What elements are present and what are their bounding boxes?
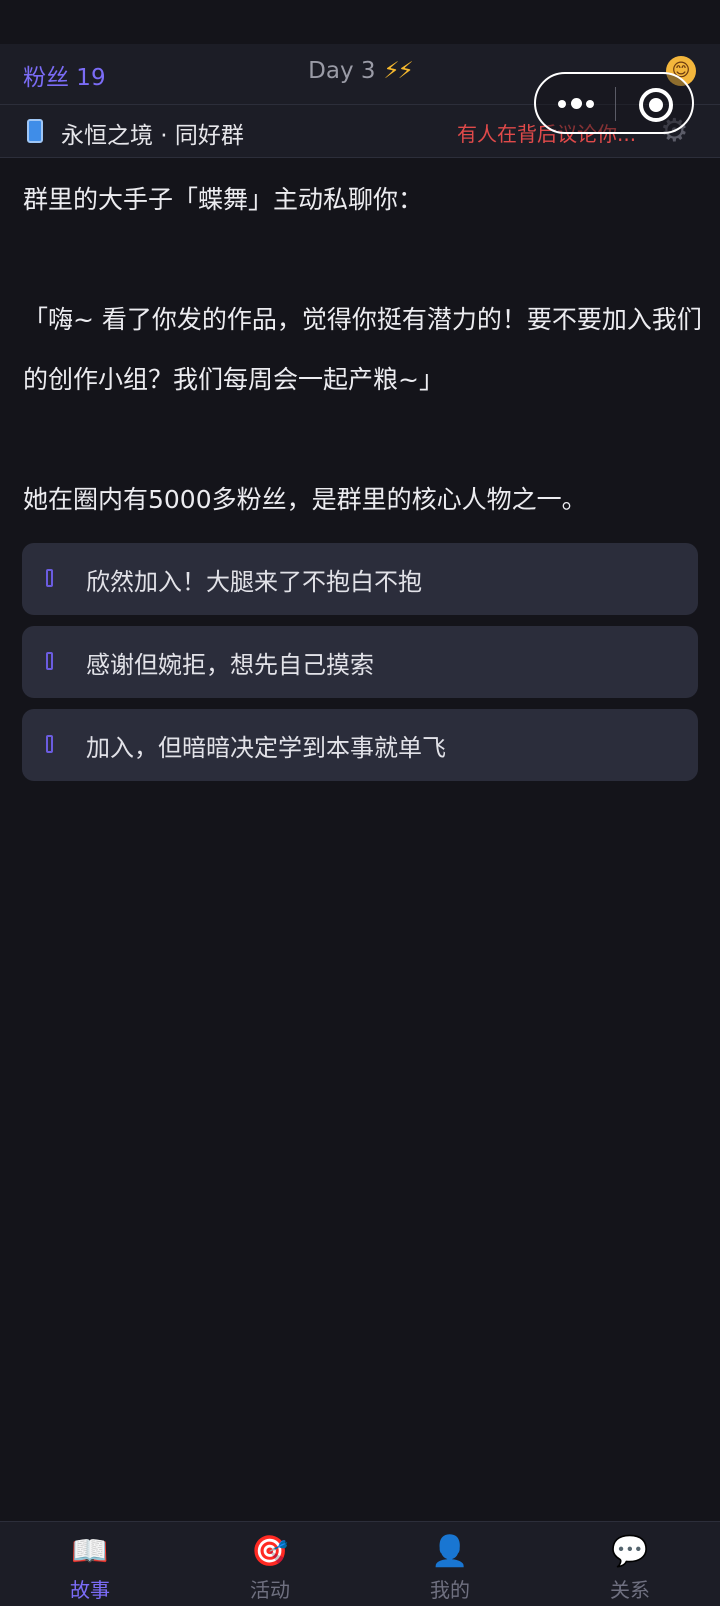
tab-story[interactable]: 📖 故事: [0, 1522, 180, 1606]
bottom-tab-bar: 📖 故事 🎯 活动 👤 我的 💬 关系: [0, 1521, 720, 1606]
user-icon: 👤: [431, 1534, 469, 1569]
close-miniprogram-icon[interactable]: [639, 88, 673, 122]
energy-icon: ⚡⚡: [383, 58, 414, 84]
story-text: 群里的大手子「蝶舞」主动私聊你： 「嗨~ 看了你发的作品，觉得你挺有潜力的！要不…: [23, 170, 703, 530]
story-paragraph: 「嗨~ 看了你发的作品，觉得你挺有潜力的！要不要加入我们的创作小组？我们每周会一…: [23, 305, 702, 394]
tab-profile[interactable]: 👤 我的: [360, 1522, 540, 1606]
tab-label: 关系: [610, 1578, 650, 1602]
miniprogram-capsule: [534, 72, 694, 134]
tab-label: 故事: [70, 1578, 110, 1602]
status-bar: [0, 0, 720, 44]
tab-label: 活动: [250, 1578, 290, 1602]
choice-option-1[interactable]: 欣然加入！大腿来了不抱白不抱: [22, 543, 698, 615]
chat-bubble-icon: 💬: [611, 1534, 649, 1569]
book-icon: 📖: [71, 1534, 109, 1569]
tab-relations[interactable]: 💬 关系: [540, 1522, 720, 1606]
choice-label: 加入，但暗暗决定学到本事就单飞: [86, 734, 446, 762]
phone-icon: [27, 119, 43, 143]
choice-list: 欣然加入！大腿来了不抱白不抱 感谢但婉拒，想先自己摸索 加入，但暗暗决定学到本事…: [22, 543, 698, 792]
group-name: 永恒之境 · 同好群: [61, 123, 244, 149]
more-options-icon[interactable]: [558, 92, 596, 114]
target-icon: 🎯: [251, 1534, 289, 1569]
choice-option-2[interactable]: 感谢但婉拒，想先自己摸索: [22, 626, 698, 698]
day-label: Day 3: [308, 58, 376, 84]
story-paragraph: 群里的大手子「蝶舞」主动私聊你：: [23, 185, 424, 214]
choice-marker-icon: [46, 652, 53, 670]
tab-label: 我的: [430, 1578, 470, 1602]
choice-marker-icon: [46, 735, 53, 753]
story-paragraph: 她在圈内有5000多粉丝，是群里的核心人物之一。: [23, 485, 587, 514]
capsule-divider: [615, 87, 616, 121]
choice-label: 感谢但婉拒，想先自己摸索: [86, 651, 374, 679]
choice-label: 欣然加入！大腿来了不抱白不抱: [86, 568, 422, 596]
tab-activity[interactable]: 🎯 活动: [180, 1522, 360, 1606]
choice-marker-icon: [46, 569, 53, 587]
choice-option-3[interactable]: 加入，但暗暗决定学到本事就单飞: [22, 709, 698, 781]
